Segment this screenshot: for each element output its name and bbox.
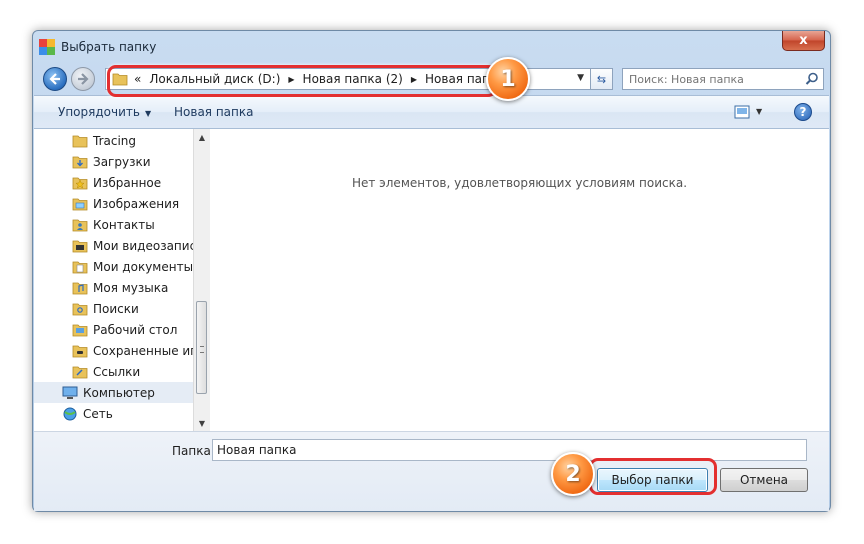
command-toolbar: Упорядочить ▼ Новая папка ▼ ? [34,95,829,129]
refresh-button[interactable]: ⇆ [591,68,613,90]
links-folder-icon [72,366,88,378]
chevron-down-icon: ▼ [144,109,152,118]
tree-item[interactable]: Tracing [34,130,193,151]
arrow-left-icon [49,73,60,85]
desktop-folder-icon [72,324,88,336]
tree-item-label: Сеть [83,406,113,421]
videos-folder-icon [72,240,88,252]
forward-button[interactable] [71,67,95,91]
searches-folder-icon [72,303,88,315]
scroll-up-arrow-icon[interactable]: ▲ [194,129,210,145]
folder-label: Папка: [172,444,215,458]
tree-item[interactable]: Сеть [34,403,193,424]
arrow-right-icon [78,73,89,85]
tree-item-label: Поиски [93,301,139,316]
tree-item-label: Компьютер [83,385,155,400]
tree-item-label: Рабочий стол [93,322,178,337]
new-folder-button[interactable]: Новая папка [174,105,253,119]
navigation-tree: Tracing Загрузки Избранное Изображения Конта… [34,129,193,431]
tree-item-label: Мои документы [93,259,193,274]
close-icon: x [799,33,808,48]
saved-games-folder-icon [72,345,88,357]
search-icon[interactable] [805,72,819,86]
tree-item-label: Сохраненные иг [93,343,193,358]
grip-icon [200,346,204,353]
change-view-icon[interactable] [734,105,750,119]
chevron-down-icon[interactable]: ▼ [756,107,762,116]
scrollbar-thumb[interactable] [196,301,207,394]
pictures-folder-icon [72,198,88,210]
cancel-button[interactable]: Отмена [720,468,808,492]
title-bar[interactable]: Выбрать папку x [33,31,830,61]
tree-item[interactable]: Ссылки [34,361,193,382]
app-icon [39,39,55,55]
address-bar-highlight [107,65,497,97]
tree-item[interactable]: Изображения [34,193,193,214]
organize-menu-button[interactable]: Упорядочить ▼ [58,105,151,119]
folder-icon [72,135,88,147]
tree-item[interactable]: Загрузки [34,151,193,172]
tree-item-label: Избранное [93,175,162,190]
step-marker-2: 2 [551,452,595,496]
network-icon [63,407,77,420]
tree-item[interactable]: Рабочий стол [34,319,193,340]
empty-results-message: Нет элементов, удовлетворяющих условиям … [351,176,688,190]
tree-item-label: Мои видеозапис [93,238,193,253]
refresh-icon: ⇆ [596,72,607,86]
organize-label: Упорядочить [58,105,140,119]
tree-item[interactable]: Контакты [34,214,193,235]
tree-item-label: Моя музыка [93,280,169,295]
tree-item-label: Загрузки [93,154,151,169]
contacts-folder-icon [72,219,88,231]
tree-item-label: Контакты [93,217,155,232]
tree-item[interactable]: Моя музыка [34,277,193,298]
downloads-folder-icon [72,156,88,168]
favorites-folder-icon [72,177,88,189]
tree-item[interactable]: Избранное [34,172,193,193]
documents-folder-icon [72,261,88,273]
content-area: Tracing Загрузки Избранное Изображения Конта… [34,129,829,431]
tree-item[interactable]: Мои документы [34,256,193,277]
close-button[interactable]: x [782,31,825,51]
step-marker-1: 1 [486,57,530,101]
chevron-down-icon[interactable]: ▼ [577,73,584,83]
search-box[interactable] [622,68,824,90]
computer-icon [62,386,78,399]
tree-item-label: Ссылки [93,364,141,379]
scroll-down-arrow-icon[interactable]: ▼ [194,415,210,431]
tree-item[interactable]: Мои видеозапис [34,235,193,256]
window-title: Выбрать папку [61,40,157,54]
select-button-highlight [589,458,717,495]
tree-scrollbar[interactable]: ▲ ▼ [193,129,210,431]
tree-item-label: Изображения [93,196,180,211]
folder-name-input[interactable] [212,439,807,461]
tree-item[interactable]: Сохраненные иг [34,340,193,361]
folder-picker-dialog: Выбрать папку x « Локальный диск (D:) ▶ … [32,30,831,512]
tree-item-label: Tracing [93,133,137,148]
tree-item[interactable]: Компьютер [34,382,193,403]
music-folder-icon [72,282,88,294]
help-icon[interactable]: ? [794,103,812,121]
search-input[interactable] [629,71,799,87]
tree-item[interactable]: Поиски [34,298,193,319]
back-button[interactable] [43,67,67,91]
